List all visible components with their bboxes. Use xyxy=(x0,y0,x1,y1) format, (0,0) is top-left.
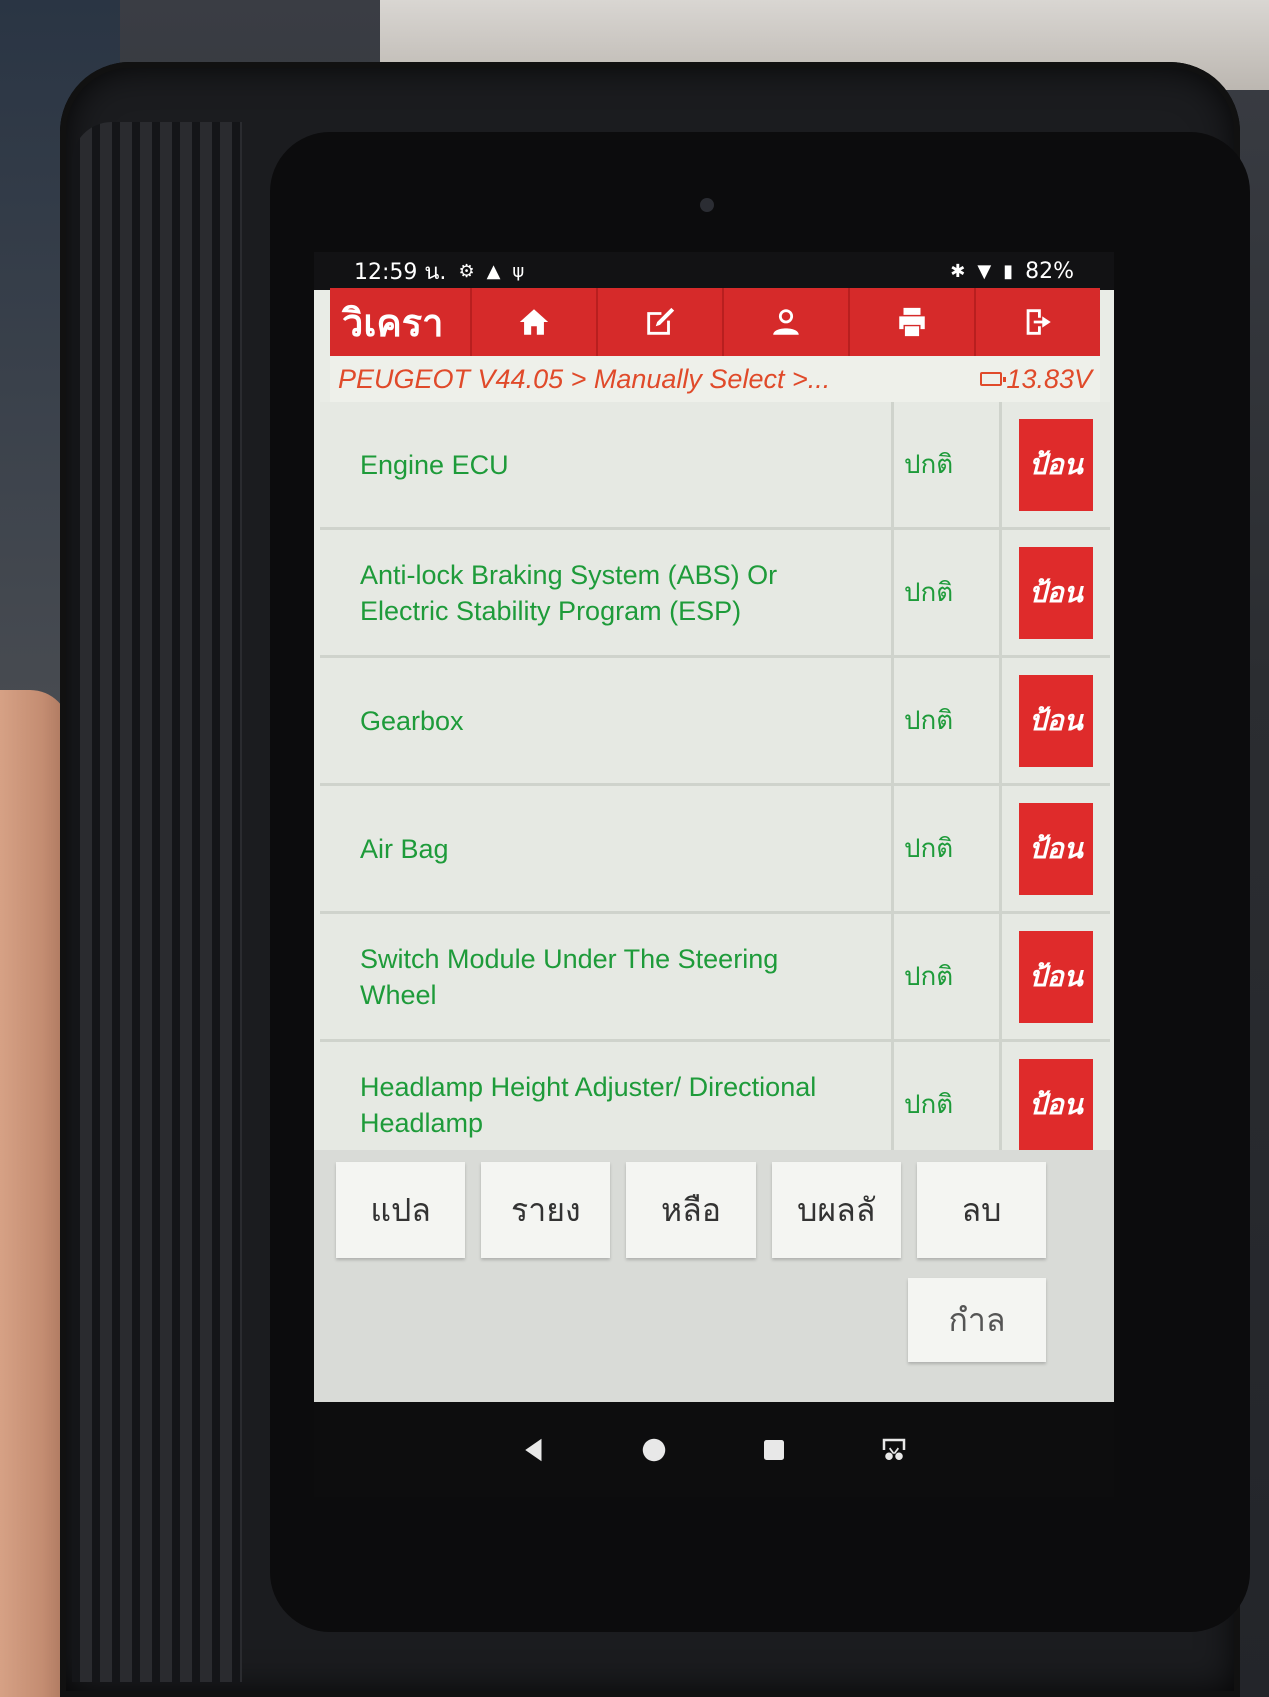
progress-button[interactable]: กำล xyxy=(908,1278,1046,1362)
status-time: 12:59 น. xyxy=(354,259,447,285)
scissors-icon xyxy=(882,1438,906,1460)
edit-button[interactable] xyxy=(596,288,722,356)
system-name: Gearbox xyxy=(320,658,894,783)
back-button[interactable] xyxy=(514,1430,554,1470)
device-grip xyxy=(72,122,242,1682)
enter-button[interactable]: ป้อน xyxy=(1019,1058,1093,1150)
bottom-action-area: แปล รายง หลือ บผลลั ลบ กำล xyxy=(314,1150,1114,1402)
screenshot-button[interactable] xyxy=(874,1430,914,1470)
print-button[interactable] xyxy=(848,288,974,356)
breadcrumb-path: PEUGEOT V44.05 > Manually Select >... xyxy=(338,363,831,394)
list-item: Air Bag ปกติ ป้อน xyxy=(320,786,1110,914)
save-result-button[interactable]: บผลลั xyxy=(771,1162,901,1258)
list-item: Gearbox ปกติ ป้อน xyxy=(320,658,1110,786)
report-button[interactable]: รายง xyxy=(481,1162,611,1258)
battery-status-icon: ▮ xyxy=(1003,260,1014,282)
breadcrumb: PEUGEOT V44.05 > Manually Select >... 13… xyxy=(330,356,1100,402)
system-name: Anti-lock Braking System (ABS) Or Electr… xyxy=(320,530,894,655)
user-button[interactable] xyxy=(722,288,848,356)
home-nav-button[interactable] xyxy=(634,1430,674,1470)
usb-icon: ψ xyxy=(512,260,525,282)
square-recents-icon xyxy=(764,1439,784,1460)
tablet-screen: 12:59 น. ⚙ ▲ ψ ✱ ▼ ▮ 82% วิเครา PEUGEOT … xyxy=(314,252,1114,1402)
user-icon xyxy=(773,309,799,335)
clear-button[interactable]: ลบ xyxy=(916,1162,1047,1258)
help-button[interactable]: หลือ xyxy=(626,1162,756,1258)
enter-button[interactable]: ป้อน xyxy=(1019,546,1093,639)
bluetooth-icon: ✱ xyxy=(950,260,966,282)
system-status: ปกติ xyxy=(894,914,1002,1039)
android-nav-bar xyxy=(314,1402,1114,1497)
exit-icon xyxy=(1026,309,1051,335)
front-camera xyxy=(700,198,714,212)
voltage-value: 13.83V xyxy=(1006,363,1092,394)
list-item: Engine ECU ปกติ ป้อน xyxy=(320,402,1110,530)
print-icon xyxy=(899,307,925,337)
home-button[interactable] xyxy=(470,288,596,356)
translate-button[interactable]: แปล xyxy=(336,1162,466,1258)
battery-percent: 82% xyxy=(1025,258,1074,284)
enter-button[interactable]: ป้อน xyxy=(1019,418,1093,511)
exit-button[interactable] xyxy=(974,288,1100,356)
system-name: Switch Module Under The Steering Wheel xyxy=(320,914,894,1039)
system-status: ปกติ xyxy=(894,786,1002,911)
system-status: ปกติ xyxy=(894,658,1002,783)
back-icon xyxy=(525,1438,542,1461)
system-status: ปกติ xyxy=(894,402,1002,527)
wifi-icon: ▼ xyxy=(977,260,992,282)
car-battery-icon xyxy=(980,372,1007,386)
app-title: วิเครา xyxy=(342,300,444,345)
list-item: Anti-lock Braking System (ABS) Or Electr… xyxy=(320,530,1110,658)
list-item: Headlamp Height Adjuster/ Directional He… xyxy=(320,1042,1110,1150)
circle-home-icon xyxy=(642,1438,666,1461)
system-name: Engine ECU xyxy=(320,402,894,527)
system-status: ปกติ xyxy=(894,1042,1002,1150)
home-icon xyxy=(519,309,549,335)
system-status: ปกติ xyxy=(894,530,1002,655)
edit-icon xyxy=(647,307,675,335)
enter-button[interactable]: ป้อน xyxy=(1019,802,1093,895)
enter-button[interactable]: ป้อน xyxy=(1019,674,1093,767)
warning-icon: ▲ xyxy=(486,260,501,282)
app-toolbar: วิเครา xyxy=(330,288,1100,356)
system-name: Air Bag xyxy=(320,786,894,911)
system-list: Engine ECU ปกติ ป้อน Anti-lock Braking S… xyxy=(320,402,1110,1150)
list-item: Switch Module Under The Steering Wheel ป… xyxy=(320,914,1110,1042)
status-bar: 12:59 น. ⚙ ▲ ψ ✱ ▼ ▮ 82% xyxy=(314,252,1114,290)
voltage-readout: 13.83V xyxy=(980,364,1092,395)
enter-button[interactable]: ป้อน xyxy=(1019,930,1093,1023)
system-name: Headlamp Height Adjuster/ Directional He… xyxy=(320,1042,894,1150)
settings-icon: ⚙ xyxy=(458,260,475,282)
recents-button[interactable] xyxy=(754,1430,794,1470)
